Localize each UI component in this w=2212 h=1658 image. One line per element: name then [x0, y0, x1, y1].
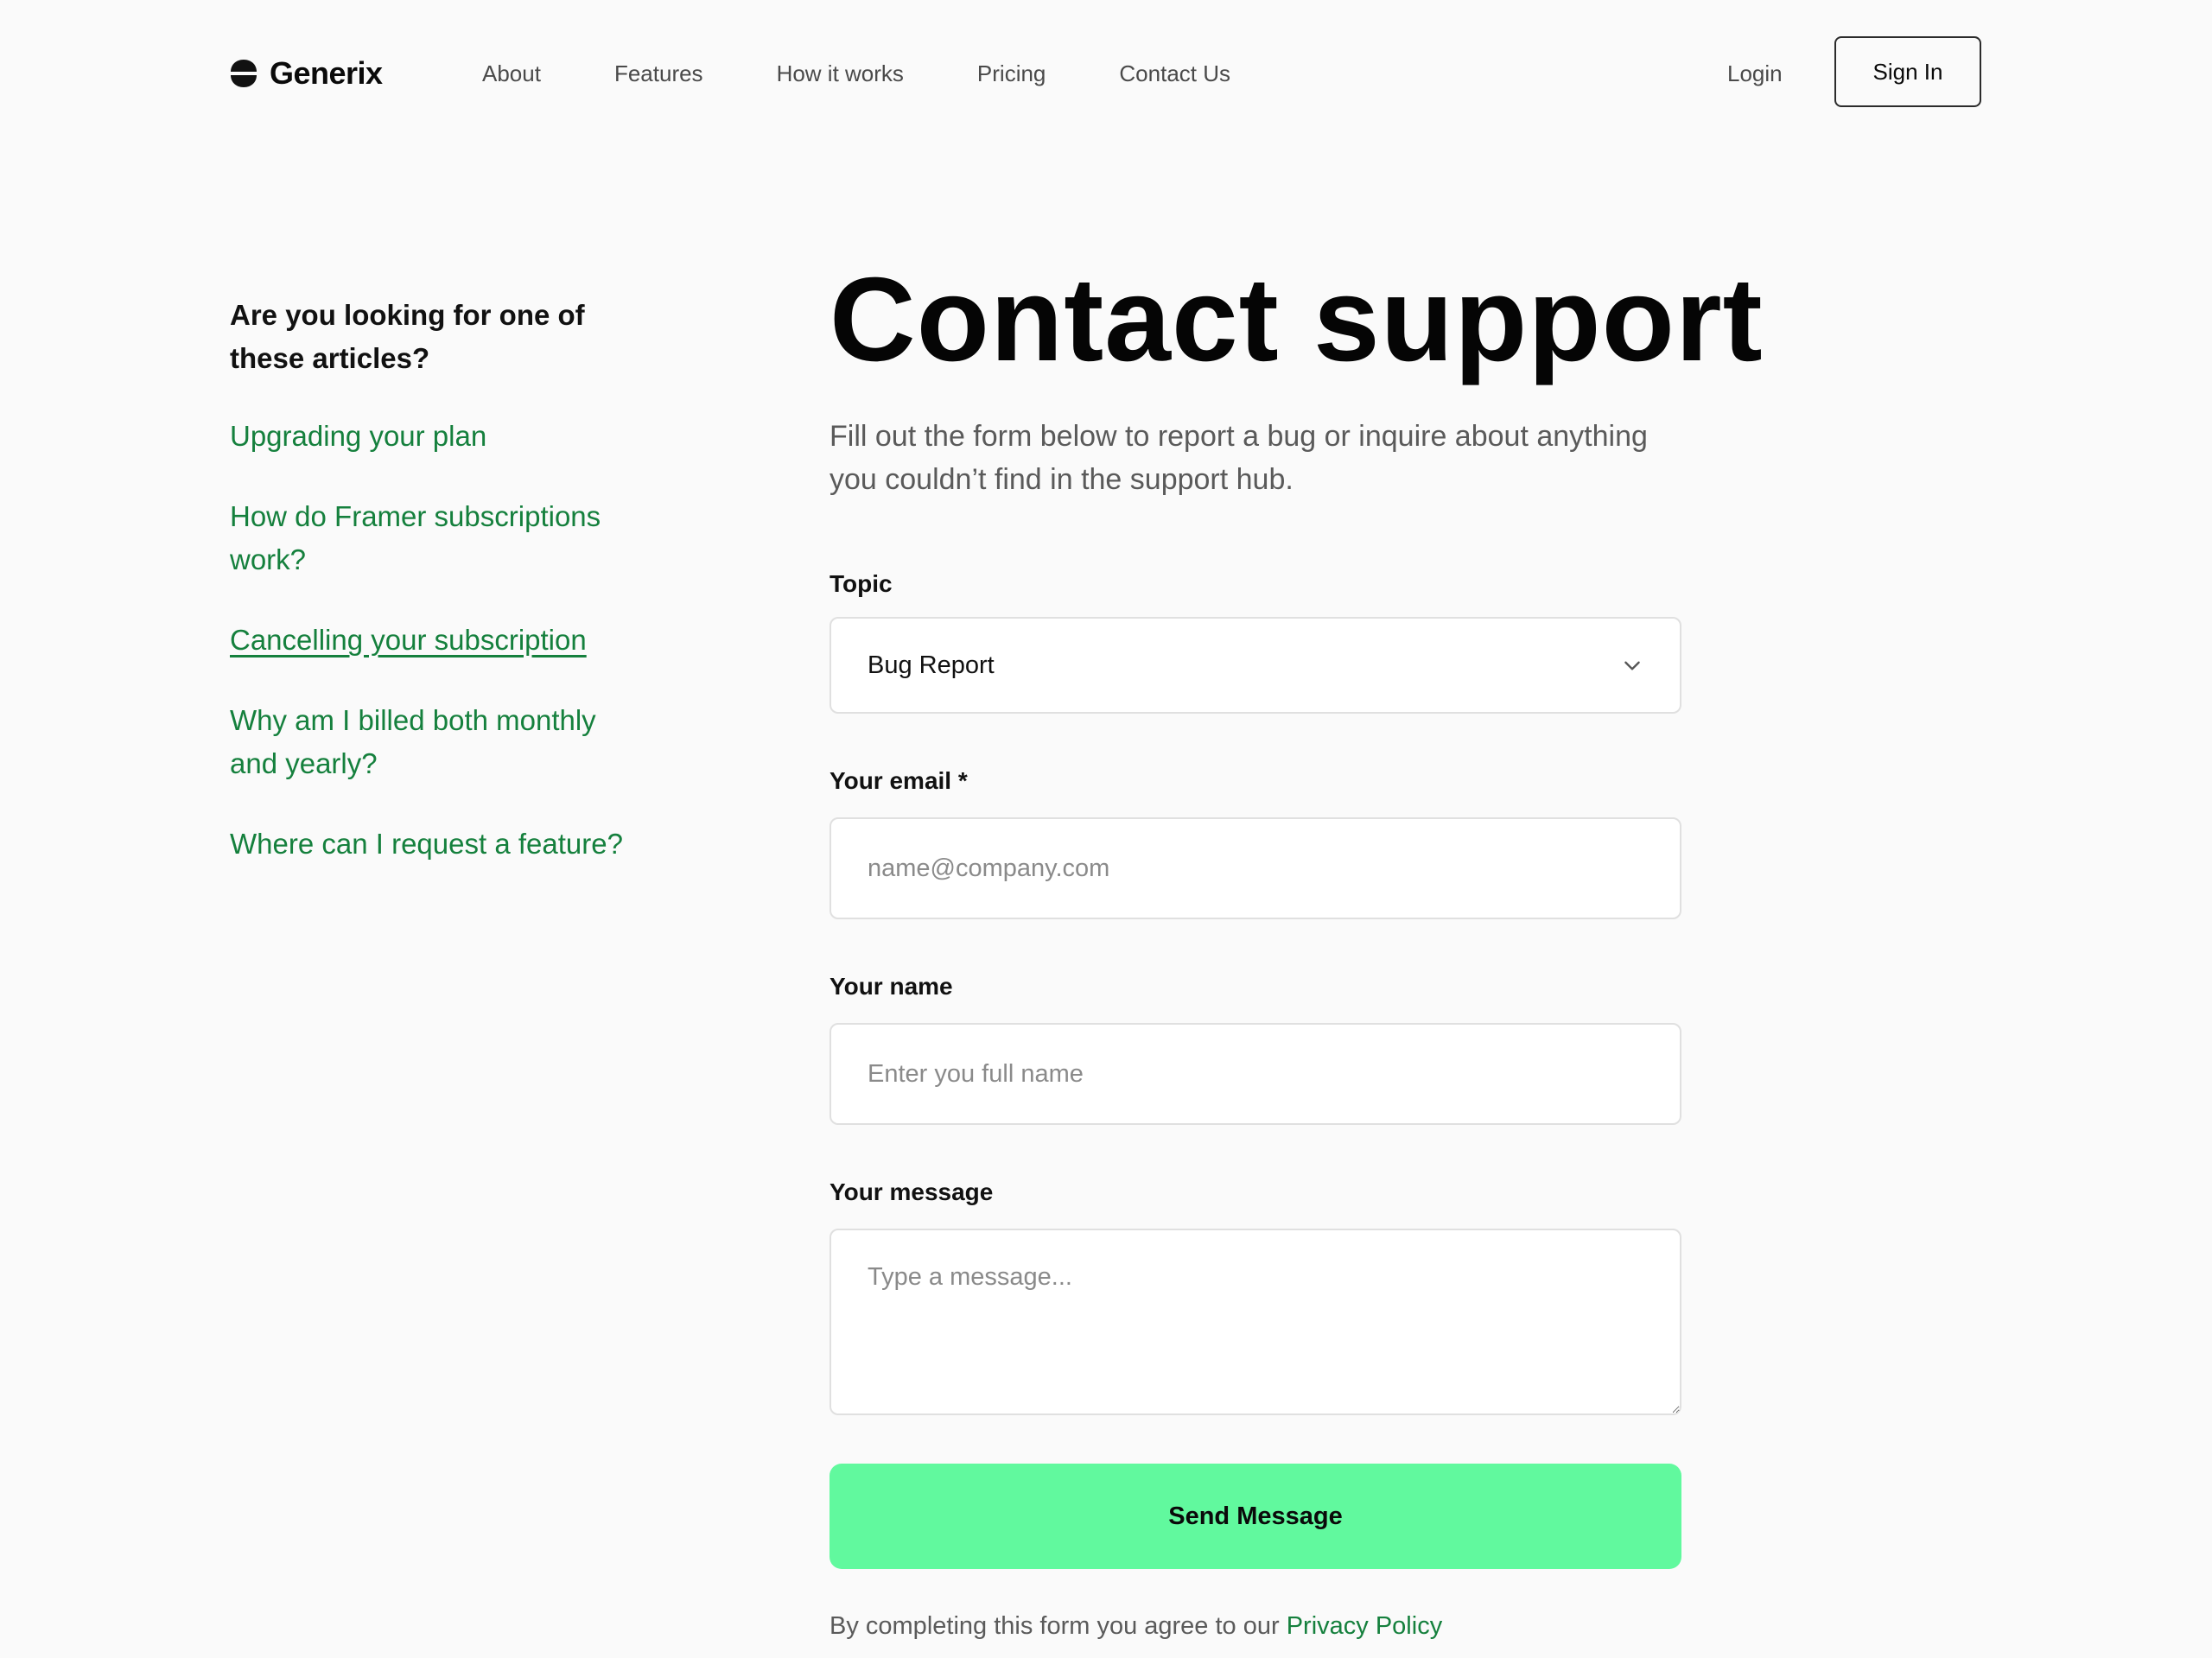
sign-in-button[interactable]: Sign In [1834, 36, 1981, 107]
nav-item-how-it-works[interactable]: How it works [777, 60, 904, 87]
login-link[interactable]: Login [1727, 60, 1783, 87]
send-message-button[interactable]: Send Message [830, 1464, 1681, 1569]
brand-logo[interactable]: Generix [230, 55, 383, 92]
logo-mark-icon [231, 60, 257, 87]
email-label: Your email * [830, 767, 968, 794]
message-label: Your message [830, 1178, 994, 1205]
page-subtitle: Fill out the form below to report a bug … [830, 420, 1648, 496]
list-item: Where can I request a feature? [230, 823, 679, 866]
privacy-note-text: By completing this form you agree to our [830, 1612, 1280, 1640]
list-item: Cancelling your subscription [230, 619, 679, 662]
article-link-upgrading-plan[interactable]: Upgrading your plan [230, 415, 636, 458]
nav-item-contact-us[interactable]: Contact Us [1119, 60, 1230, 87]
nav-item-about[interactable]: About [482, 60, 541, 87]
article-link-billed-monthly-yearly[interactable]: Why am I billed both monthly and yearly? [230, 699, 636, 785]
topic-label: Topic [830, 570, 893, 597]
page-title: Contact support [830, 253, 1764, 386]
main-nav: About Features How it works Pricing Cont… [482, 60, 1230, 87]
suggested-articles: Are you looking for one of these article… [230, 294, 679, 903]
article-link-cancelling-subscription[interactable]: Cancelling your subscription [230, 619, 636, 662]
contact-support-section: Contact support Fill out the form below … [830, 253, 1764, 1641]
nav-item-features[interactable]: Features [614, 60, 703, 87]
message-textarea[interactable] [830, 1229, 1681, 1415]
email-field[interactable] [830, 817, 1681, 919]
list-item: How do Framer subscriptions work? [230, 495, 679, 581]
topic-selected-value: Bug Report [868, 651, 995, 679]
name-label: Your name [830, 973, 953, 1000]
contact-form: Topic Bug Report Your email * Your name … [830, 570, 1694, 1569]
suggested-articles-title: Are you looking for one of these article… [230, 299, 585, 374]
nav-item-pricing[interactable]: Pricing [977, 60, 1046, 87]
list-item: Why am I billed both monthly and yearly? [230, 699, 679, 785]
chevron-down-icon [1624, 661, 1640, 670]
article-list: Upgrading your plan How do Framer subscr… [230, 415, 679, 866]
privacy-note: By completing this form you agree to our… [830, 1612, 1694, 1641]
topic-select[interactable]: Bug Report [830, 617, 1681, 714]
site-header: Generix About Features How it works Pric… [0, 0, 2212, 147]
article-link-request-feature[interactable]: Where can I request a feature? [230, 823, 636, 866]
brand-name: Generix [270, 55, 383, 91]
list-item: Upgrading your plan [230, 415, 679, 458]
article-link-framer-subscriptions[interactable]: How do Framer subscriptions work? [230, 495, 636, 581]
privacy-policy-link[interactable]: Privacy Policy [1287, 1612, 1443, 1640]
name-field[interactable] [830, 1023, 1681, 1125]
